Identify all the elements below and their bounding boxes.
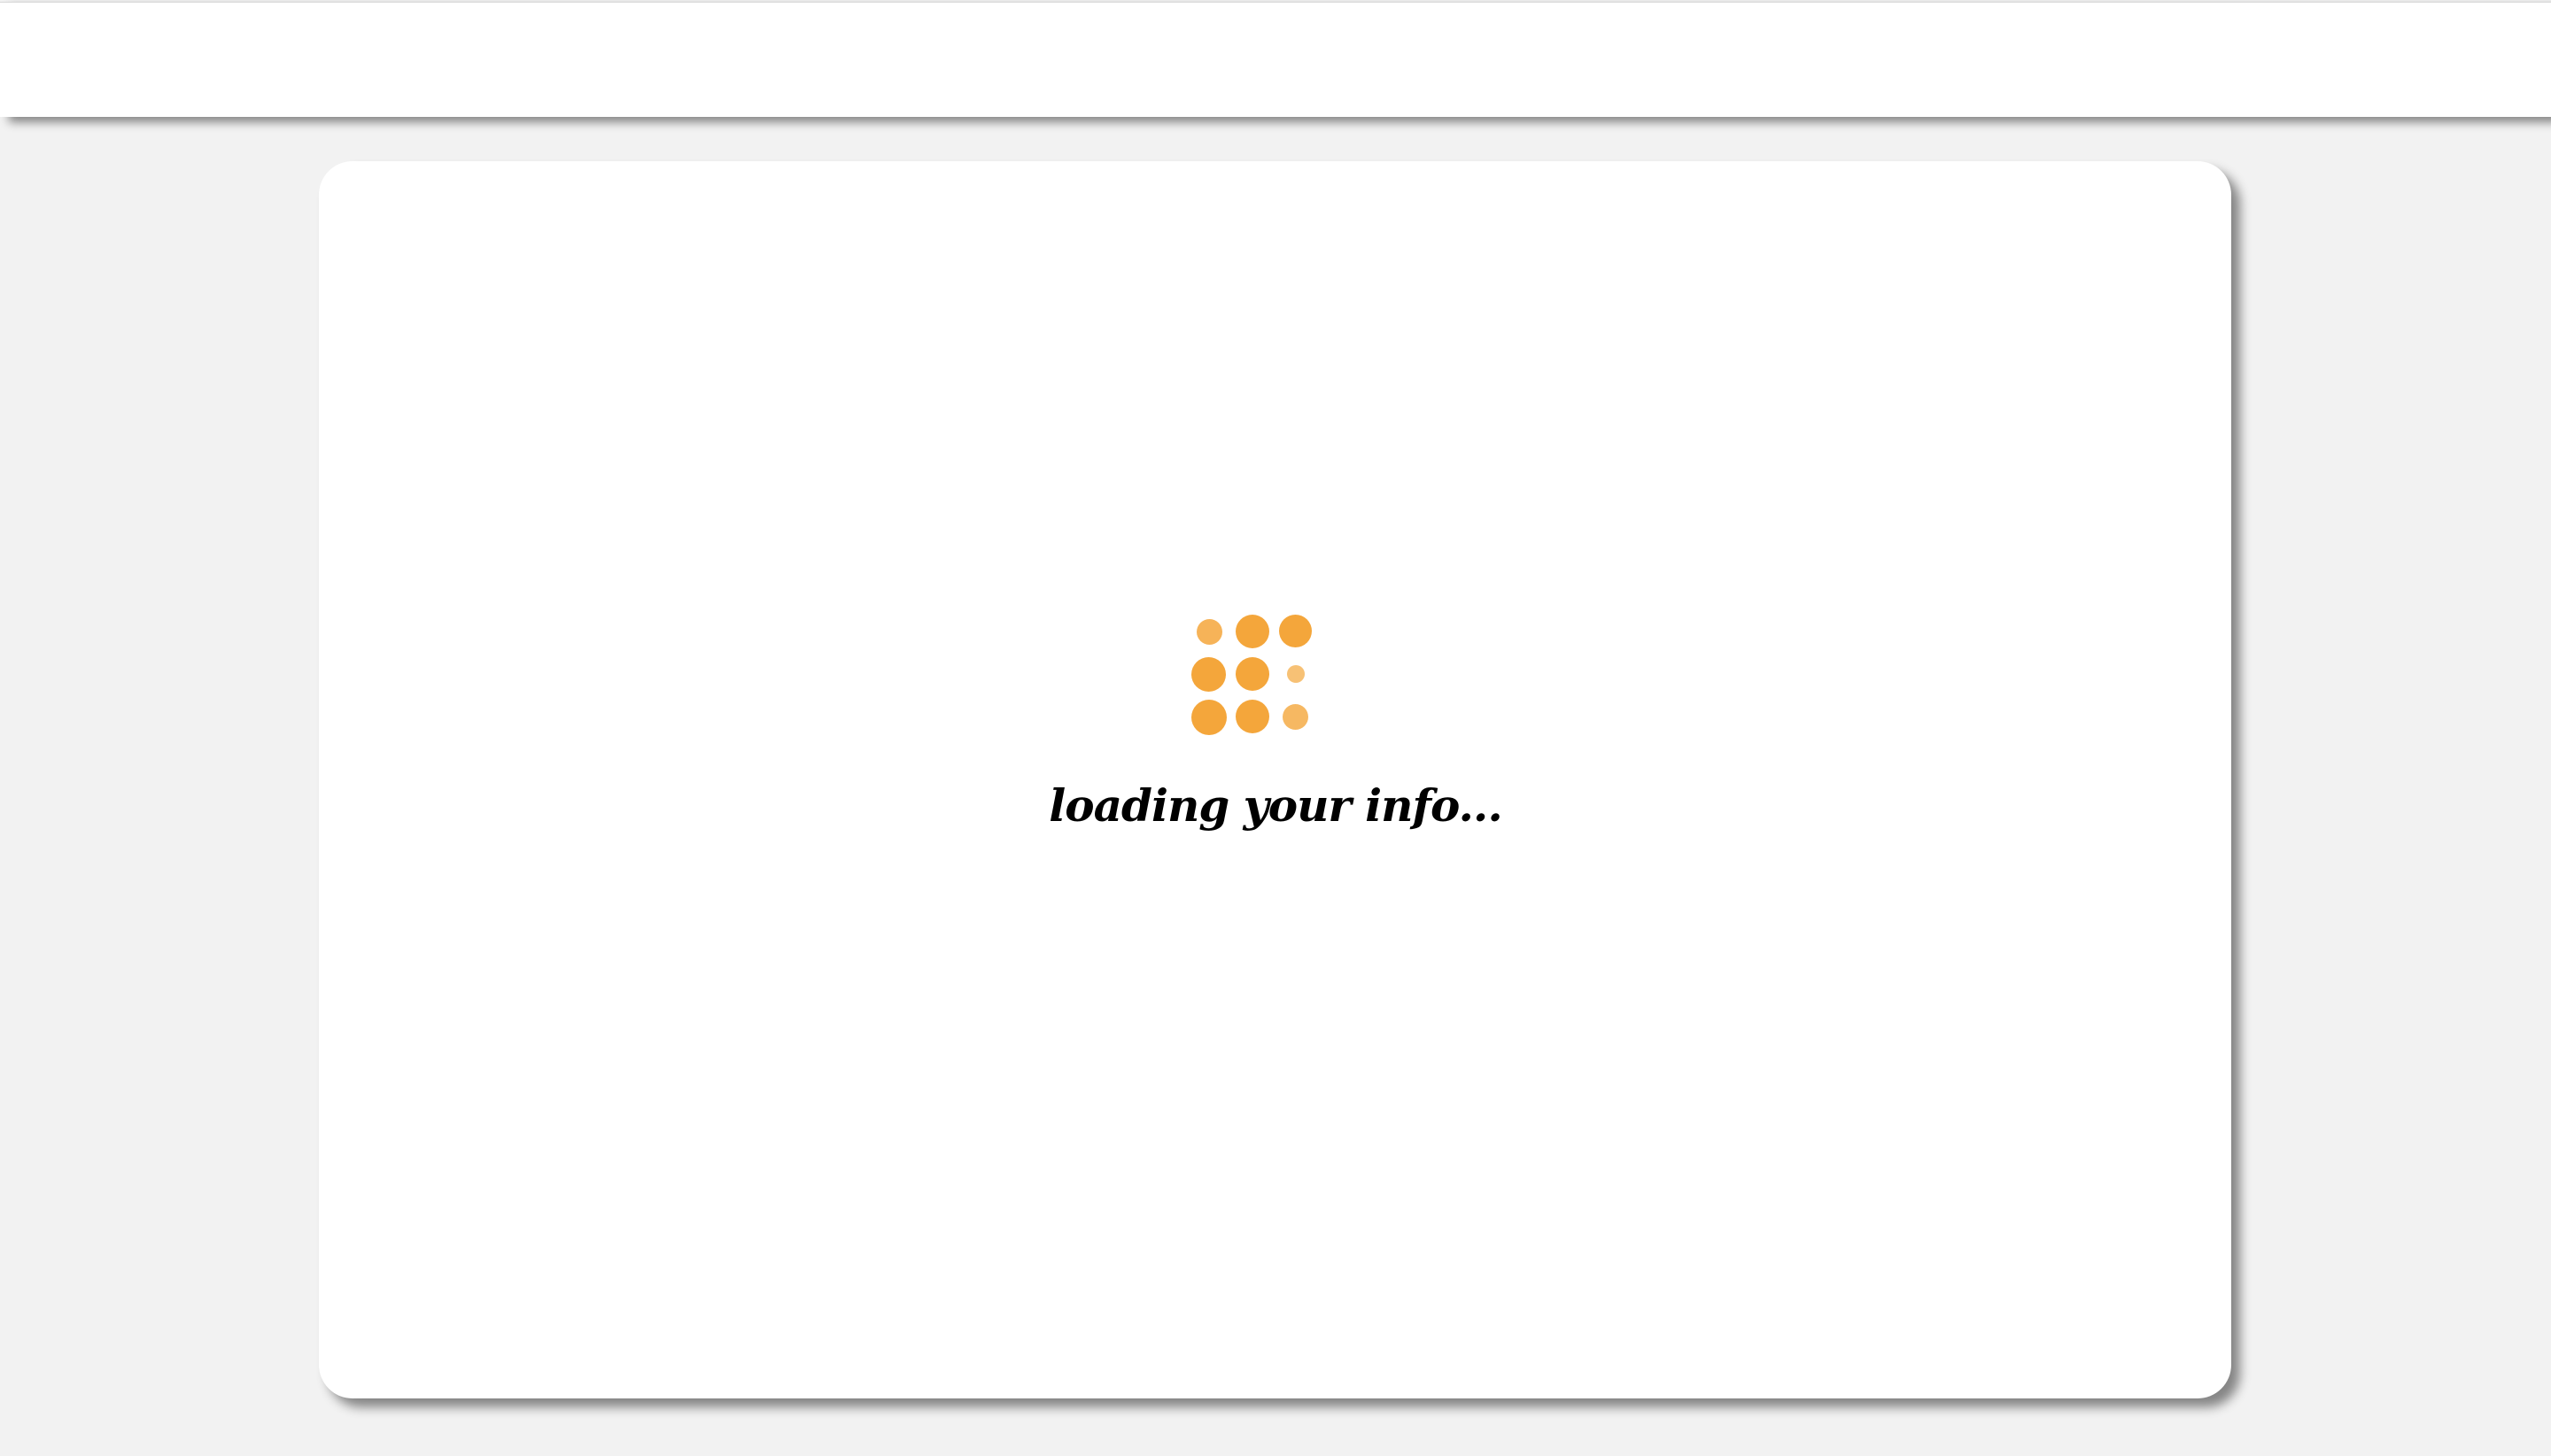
spinner-dot [1191, 700, 1227, 735]
spinner-dot [1236, 700, 1269, 733]
spinner-dot [1287, 665, 1305, 683]
spinner-dot [1279, 615, 1312, 647]
spinner-dot [1283, 704, 1308, 730]
spinner-dot [1236, 657, 1269, 691]
spinner-dot [1236, 615, 1269, 648]
loading-message: loading your info... [1049, 779, 1502, 832]
spinner-dot [1191, 657, 1226, 692]
spinner-dot [1197, 619, 1222, 645]
dot-grid-spinner-icon [1187, 609, 1320, 742]
top-navigation-bar [0, 2, 2551, 117]
